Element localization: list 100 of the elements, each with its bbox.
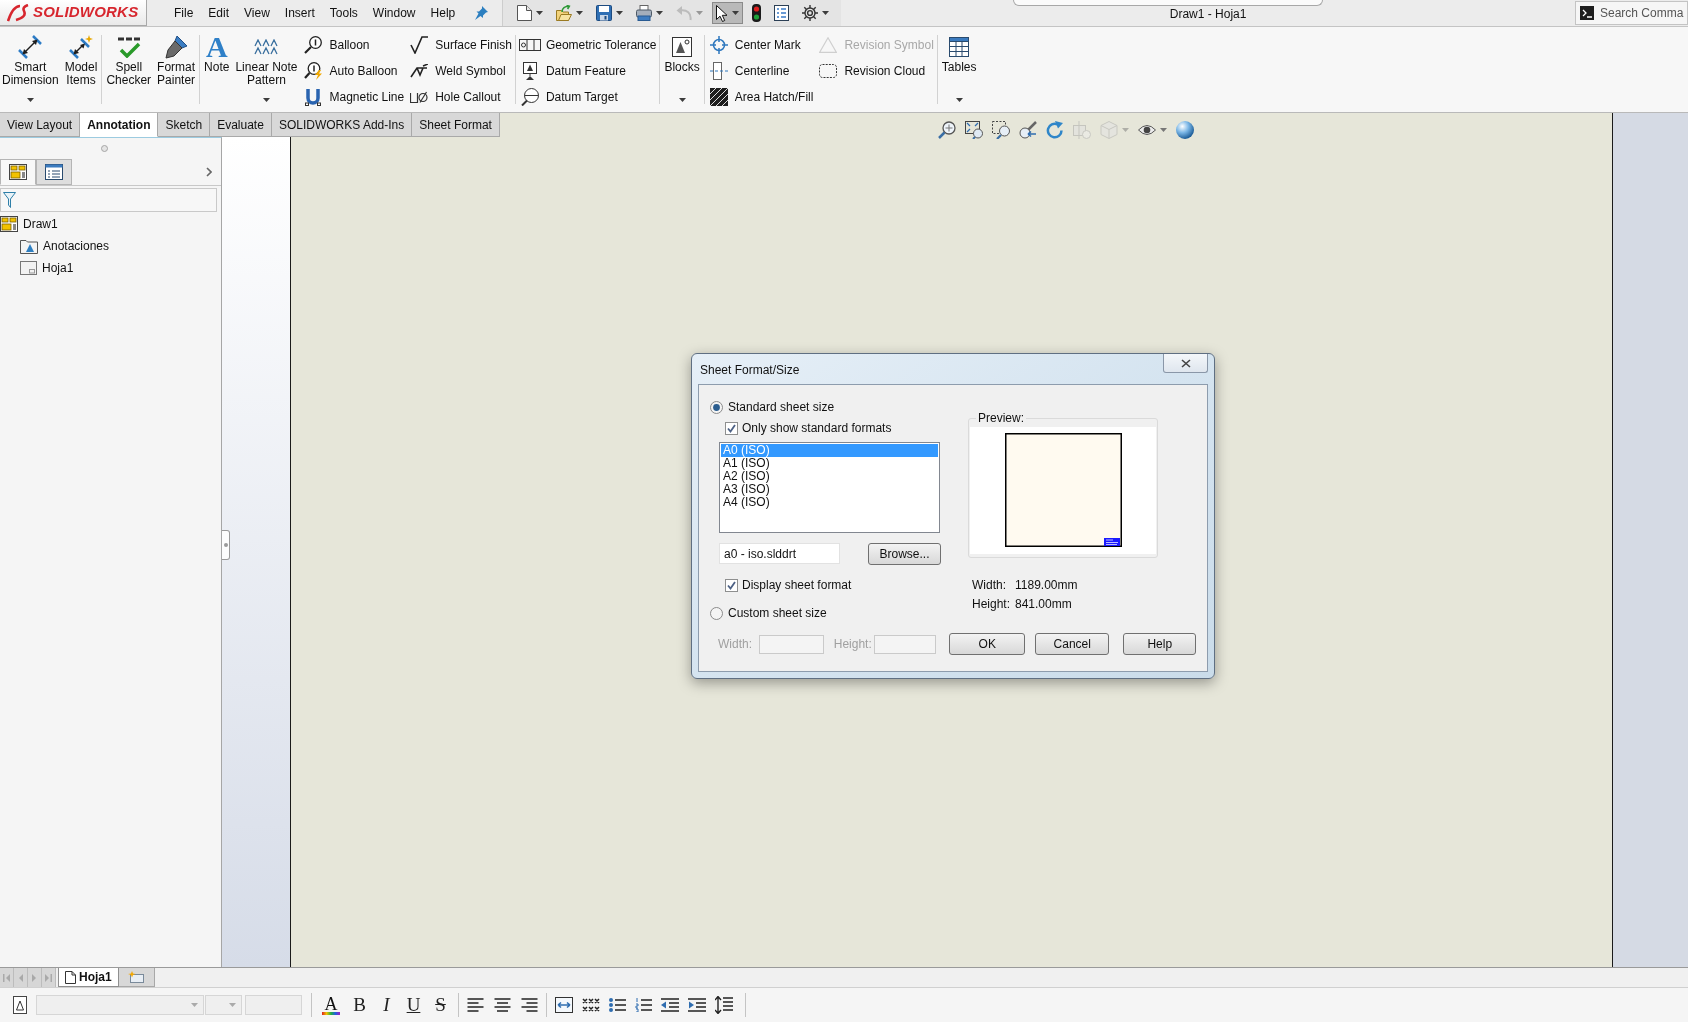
surface-finish-button[interactable]: Surface Finish xyxy=(407,32,513,58)
select-button[interactable] xyxy=(712,2,744,24)
fit-text-button[interactable] xyxy=(555,994,573,1016)
datum-target-button[interactable]: Datum Target xyxy=(517,84,658,110)
checkbox-label[interactable]: Only show standard formats xyxy=(742,419,892,437)
hole-callout-button[interactable]: Hole Callout xyxy=(407,84,513,110)
drawing-tree-icon xyxy=(9,164,27,180)
caret-icon xyxy=(229,1003,236,1007)
model-items-button[interactable]: Model Items xyxy=(62,27,100,112)
rotate-button[interactable] xyxy=(1044,120,1065,140)
note-button[interactable]: A Note xyxy=(202,27,232,112)
pattern-grid-icon xyxy=(254,39,279,55)
previous-view-button[interactable] xyxy=(1017,120,1038,140)
panel-collapse-handle[interactable] xyxy=(222,530,230,560)
line-spacing-button[interactable] xyxy=(715,994,733,1016)
command-tab[interactable]: SOLIDWORKS Add-Ins xyxy=(271,113,413,137)
logo-mark-icon xyxy=(7,3,29,22)
hatch-icon xyxy=(709,88,728,106)
linear-note-pattern-button[interactable]: Linear Note Pattern xyxy=(233,27,300,112)
appearance-button[interactable] xyxy=(1174,120,1195,140)
centerline-icon xyxy=(709,62,728,80)
format-file-field[interactable]: a0 - iso.slddrt xyxy=(719,543,840,564)
panel-tab[interactable] xyxy=(36,159,72,185)
menu-item[interactable]: Help xyxy=(425,2,461,24)
panel-tab[interactable] xyxy=(0,159,36,185)
zoom-selection-button[interactable] xyxy=(990,120,1011,140)
table-icon xyxy=(949,37,970,57)
radio-button[interactable] xyxy=(710,400,723,414)
format-painter-button[interactable]: Format Painter xyxy=(155,27,198,112)
list-item[interactable]: A3 (ISO) xyxy=(721,483,938,496)
datum-feature-button[interactable]: Datum Feature xyxy=(517,58,658,84)
last-arrow-icon xyxy=(45,973,52,982)
paintbrush-icon xyxy=(164,35,189,59)
radio-button[interactable] xyxy=(710,606,723,620)
balloon-button[interactable]: Balloon xyxy=(301,32,406,58)
checkbox[interactable] xyxy=(725,578,738,592)
list-item[interactable]: A2 (ISO) xyxy=(721,470,938,483)
previous-arrow-icon xyxy=(17,973,24,982)
command-tab[interactable]: Annotation xyxy=(80,113,159,137)
align-right-icon xyxy=(521,998,538,1012)
window-title: Draw1 - Hoja1 xyxy=(1169,6,1247,23)
dialog-button[interactable]: Help xyxy=(1123,633,1196,655)
indent-decrease-icon xyxy=(661,998,679,1012)
tree-item[interactable]: Draw1 xyxy=(0,213,221,235)
text-style-button[interactable] xyxy=(13,994,27,1016)
list-item[interactable]: A4 (ISO) xyxy=(721,496,938,509)
centerline-button[interactable]: Centerline xyxy=(706,58,815,84)
weld-symbol-button[interactable]: Weld Symbol xyxy=(407,58,513,84)
tree-item[interactable]: Anotaciones xyxy=(20,235,221,257)
option-label[interactable]: Custom sheet size xyxy=(728,604,827,622)
dialog-button[interactable]: Cancel xyxy=(1034,633,1110,655)
tables-button[interactable]: Tables xyxy=(939,27,979,112)
glyph-icon: A xyxy=(205,35,228,59)
magnetic-line-button[interactable]: Magnetic Line xyxy=(301,84,406,110)
zoom-area-button[interactable] xyxy=(963,120,984,140)
command-tab[interactable]: View Layout xyxy=(0,113,81,137)
checkbox-label[interactable]: Display sheet format xyxy=(742,576,852,594)
menu-item[interactable]: Insert xyxy=(279,2,320,24)
align-center-icon xyxy=(494,998,511,1012)
dialog-button[interactable]: OK xyxy=(949,633,1025,655)
browse-button[interactable]: Browse... xyxy=(868,542,941,565)
menu-item[interactable]: Tools xyxy=(324,2,363,24)
close-button[interactable] xyxy=(1163,354,1208,373)
command-tab[interactable]: Sketch xyxy=(158,113,211,137)
command-tab[interactable]: Sheet Format xyxy=(412,113,500,137)
dimension-value: 841.00mm xyxy=(1015,595,1072,613)
new-document-icon xyxy=(517,5,533,21)
center-mark-button[interactable]: Center Mark xyxy=(706,32,815,58)
checkbox[interactable] xyxy=(725,421,738,435)
menu-item[interactable]: Window xyxy=(367,2,421,24)
spell-checker-button[interactable]: Spell Checker xyxy=(104,27,154,112)
filter-field[interactable] xyxy=(0,188,217,212)
area-hatch-button[interactable]: Area Hatch/Fill xyxy=(706,84,815,110)
preview-label: Preview: xyxy=(976,411,1026,425)
option-label[interactable]: Standard sheet size xyxy=(728,398,835,416)
tree-item[interactable]: Hoja1 xyxy=(20,257,221,279)
auto-balloon-button[interactable]: Auto Balloon xyxy=(301,58,406,84)
sheet-tab[interactable]: Hoja1 xyxy=(58,968,119,987)
menu-item[interactable]: Edit xyxy=(203,2,235,24)
chevron-right-icon xyxy=(206,167,212,177)
traffic-light-icon xyxy=(752,4,762,22)
add-sheet-tab[interactable] xyxy=(118,968,155,987)
bullet-list-icon xyxy=(609,998,626,1012)
triangle-icon xyxy=(819,37,838,53)
text-box-icon xyxy=(13,996,27,1014)
revision-cloud-button[interactable]: Revision Cloud xyxy=(816,58,935,84)
command-tab[interactable]: Evaluate xyxy=(210,113,272,137)
sphere-icon xyxy=(1175,121,1194,139)
zoom-fit-button[interactable] xyxy=(936,120,957,140)
smart-dimension-button[interactable]: Smart Dimension xyxy=(0,27,61,112)
caret-icon xyxy=(191,1003,198,1007)
page-icon xyxy=(65,970,76,984)
menu-item[interactable]: View xyxy=(239,2,275,24)
search-field[interactable]: Search Comma xyxy=(1575,1,1688,25)
geometric-tolerance-button[interactable]: Geometric Tolerance xyxy=(517,32,658,58)
weld-symbol-icon xyxy=(410,64,429,78)
blocks-button[interactable]: Blocks xyxy=(662,27,702,112)
cube-icon xyxy=(1099,121,1118,139)
menu-item[interactable]: File xyxy=(169,2,199,24)
list-item[interactable]: A1 (ISO) xyxy=(721,457,938,470)
